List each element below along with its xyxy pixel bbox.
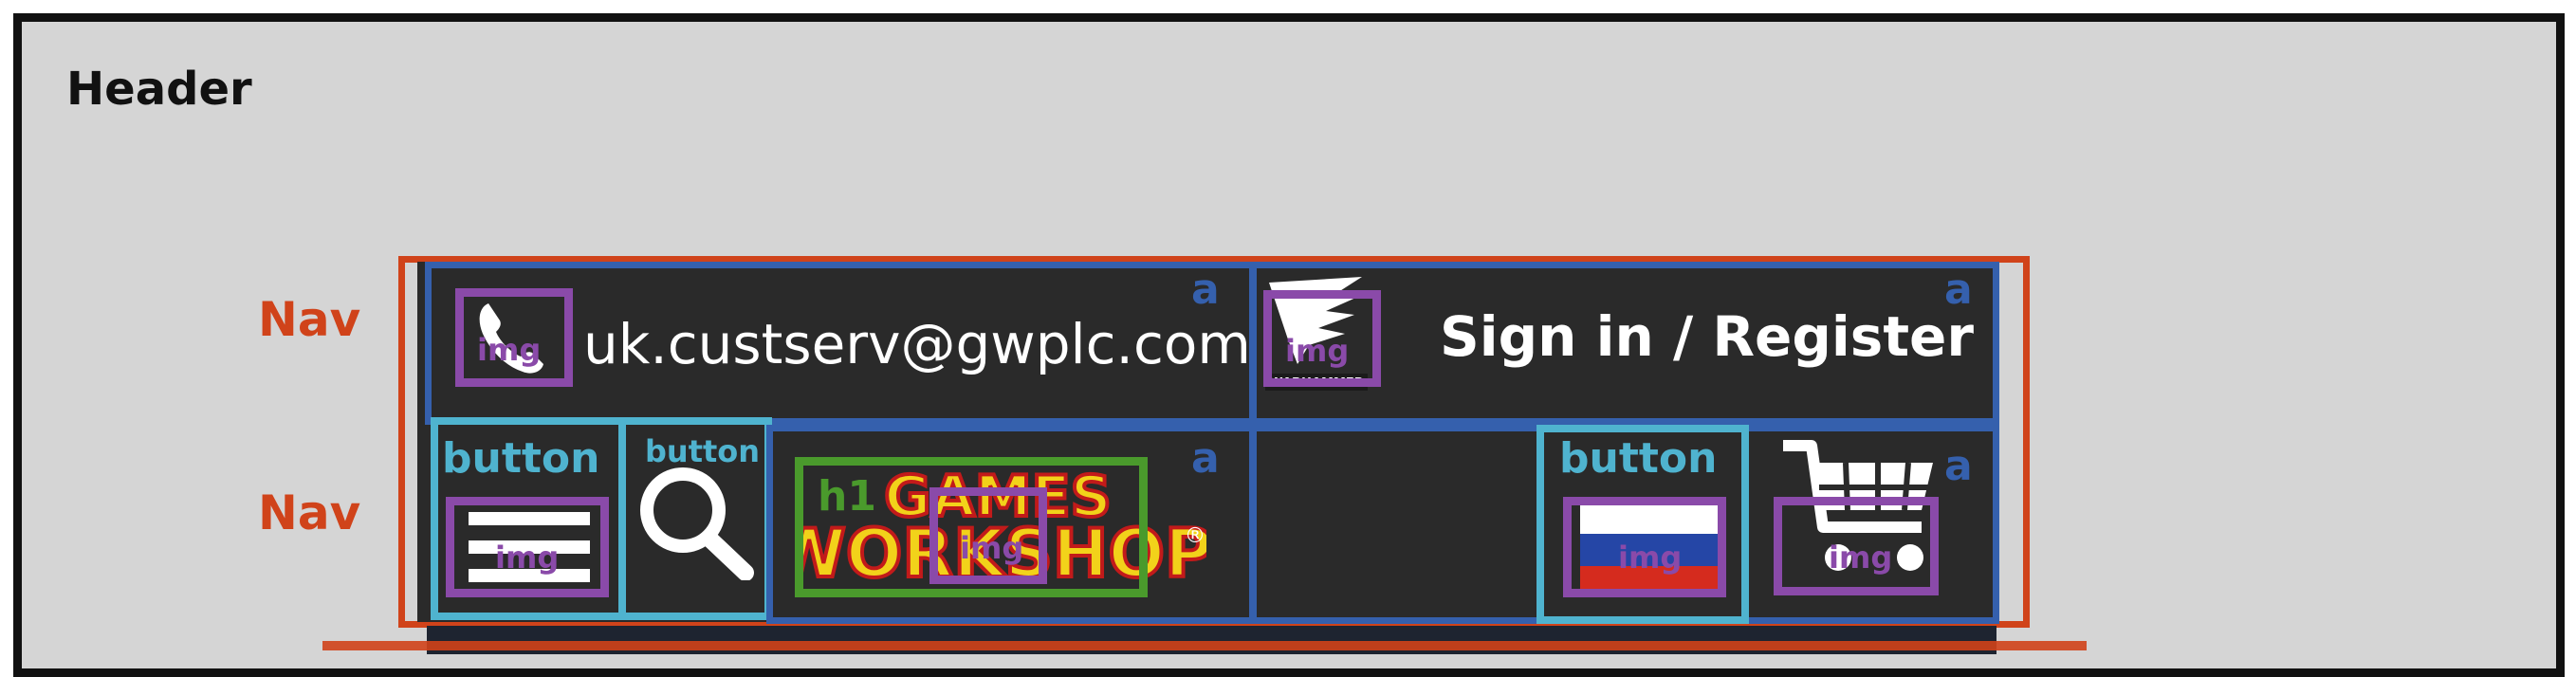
img-tag-logo: img xyxy=(960,530,1024,566)
sign-in-label[interactable]: Sign in / Register xyxy=(1440,309,1974,364)
svg-text:®: ® xyxy=(1185,524,1205,548)
img-tag-cart: img xyxy=(1829,540,1893,576)
nav-label-2: Nav xyxy=(258,485,361,540)
h1-tag: h1 xyxy=(818,472,876,521)
anchor-tag-cart: a xyxy=(1944,442,1973,490)
img-tag-warhammer: img xyxy=(1285,333,1350,369)
button-tag-menu: button xyxy=(442,434,600,483)
img-tag-menu: img xyxy=(495,540,560,576)
email-address[interactable]: uk.custserv@gwplc.com xyxy=(583,317,1251,372)
section-divider xyxy=(322,641,2087,650)
img-tag-flag: img xyxy=(1618,540,1683,576)
nav-label-1: Nav xyxy=(258,292,361,347)
anchor-tag-email: a xyxy=(1191,265,1220,314)
button-tag-region: button xyxy=(1559,434,1718,483)
header-label: Header xyxy=(66,63,252,116)
search-icon[interactable] xyxy=(634,461,757,580)
img-tag-phone: img xyxy=(477,332,542,368)
